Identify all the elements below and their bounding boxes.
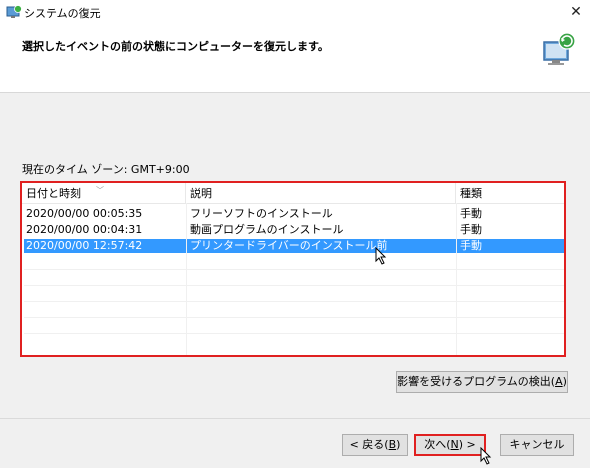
- table-row[interactable]: 2020/00/00 00:05:35 フリーソフトのインストール 手動: [24, 207, 564, 221]
- instruction-text: 選択したイベントの前の状態にコンピューターを復元します。: [22, 40, 329, 53]
- table-row[interactable]: 2020/00/00 00:04:31 動画プログラムのインストール 手動: [24, 223, 564, 237]
- sort-chevron-icon: ﹀: [96, 186, 104, 195]
- row-type: 手動: [460, 223, 482, 236]
- column-type-label: 種類: [460, 187, 482, 200]
- table-row-selected[interactable]: 2020/00/00 12:57:42 プリンタードライバーのインストール前 手…: [24, 239, 564, 253]
- header-panel: 選択したイベントの前の状態にコンピューターを復元します。: [0, 24, 590, 93]
- next-button-label: 次へ(: [424, 438, 451, 451]
- column-date-label: 日付と時刻: [26, 187, 81, 200]
- mouse-cursor-icon: [375, 247, 387, 265]
- cancel-button[interactable]: キャンセル: [500, 434, 574, 456]
- timezone-label: 現在のタイム ゾーン: GMT+9:00: [22, 163, 190, 176]
- column-type[interactable]: 種類: [456, 183, 564, 203]
- column-divider: [456, 203, 457, 355]
- column-header: 日付と時刻 ﹀ 説明 種類: [22, 183, 564, 204]
- footer-divider: [0, 418, 590, 419]
- column-date[interactable]: 日付と時刻 ﹀: [22, 183, 186, 203]
- back-button-key: B: [388, 438, 397, 451]
- close-button[interactable]: ✕: [562, 0, 590, 24]
- scan-button-label: 影響を受けるプログラムの検出(: [397, 375, 556, 388]
- next-button-suffix: ) >: [458, 438, 476, 451]
- row-type: 手動: [460, 239, 482, 252]
- next-button[interactable]: 次へ(N) >: [414, 434, 486, 456]
- scan-button-suffix: ): [562, 375, 567, 388]
- row-date: 2020/00/00 12:57:42: [26, 239, 143, 252]
- row-divider: [24, 285, 564, 286]
- row-type: 手動: [460, 207, 482, 220]
- column-divider: [186, 203, 187, 355]
- close-icon: ✕: [570, 4, 582, 20]
- column-description[interactable]: 説明: [186, 183, 456, 203]
- column-description-label: 説明: [190, 187, 212, 200]
- next-button-key: N: [450, 438, 459, 451]
- restore-monitor-icon: [543, 32, 576, 65]
- row-description: フリーソフトのインストール: [190, 207, 333, 220]
- row-description: プリンタードライバーのインストール前: [190, 239, 388, 252]
- row-date: 2020/00/00 00:04:31: [26, 223, 143, 236]
- scan-button-key: A: [555, 375, 563, 388]
- row-divider: [24, 301, 564, 302]
- back-button-label: < 戻る(: [349, 438, 389, 451]
- back-button[interactable]: < 戻る(B): [342, 434, 408, 456]
- back-button-suffix: ): [396, 438, 401, 451]
- title-bar: システムの復元 ✕: [0, 0, 590, 24]
- system-restore-icon: [6, 5, 22, 18]
- row-date: 2020/00/00 00:05:35: [26, 207, 143, 220]
- restore-point-list[interactable]: 日付と時刻 ﹀ 説明 種類 2020/00/00 00:05:35 フリーソフト…: [20, 181, 566, 357]
- row-description: 動画プログラムのインストール: [190, 223, 344, 236]
- row-divider: [24, 269, 564, 270]
- mouse-cursor-icon: [480, 447, 492, 465]
- row-divider: [24, 317, 564, 318]
- window-title: システムの復元: [24, 7, 101, 20]
- row-divider: [24, 333, 564, 334]
- scan-affected-programs-button[interactable]: 影響を受けるプログラムの検出(A): [396, 371, 568, 393]
